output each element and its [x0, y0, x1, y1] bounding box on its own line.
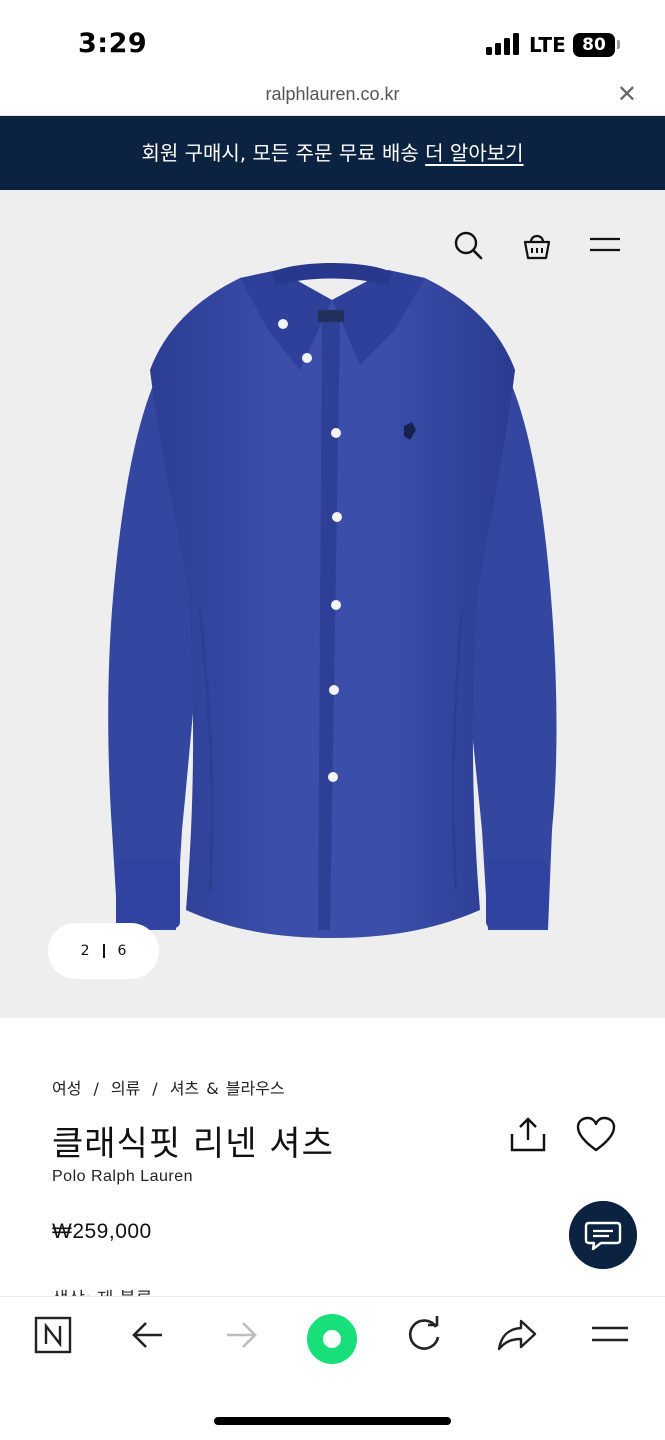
back-arrow-icon[interactable] — [126, 1313, 170, 1357]
shopping-bag-icon[interactable] — [520, 230, 554, 260]
gallery-current: 2 — [80, 943, 90, 959]
breadcrumb: 여성 / 의류 / 셔츠 & 블라우스 — [52, 1079, 285, 1098]
promo-learn-more-link[interactable]: 더 알아보기 — [425, 141, 523, 165]
browser-toolbar — [0, 1296, 665, 1440]
gallery-total: 6 — [117, 943, 127, 959]
battery-tip — [617, 40, 620, 49]
gallery-separator — [102, 944, 105, 958]
signal-icon — [486, 33, 520, 55]
url-text[interactable]: ralphlauren.co.kr — [0, 84, 665, 105]
product-title: 클래식핏 리넨 셔츠 — [52, 1124, 334, 1164]
breadcrumb-women[interactable]: 여성 — [52, 1079, 81, 1098]
close-icon[interactable]: ✕ — [617, 80, 637, 108]
promo-text: 회원 구매시, 모든 주문 무료 배송 — [141, 141, 419, 165]
search-icon[interactable] — [452, 230, 486, 260]
url-bar[interactable]: ralphlauren.co.kr ✕ — [0, 74, 665, 116]
brand-name: Polo Ralph Lauren — [52, 1168, 194, 1185]
promo-banner: 회원 구매시, 모든 주문 무료 배송 더 알아보기 — [0, 116, 665, 190]
share-icon[interactable] — [508, 1116, 548, 1154]
product-image — [108, 263, 557, 938]
home-indicator — [214, 1417, 451, 1425]
breadcrumb-shirts-blouses[interactable]: 셔츠 & 블라우스 — [170, 1079, 285, 1098]
n-logo-icon[interactable] — [32, 1313, 76, 1357]
forward-arrow-icon[interactable] — [219, 1313, 263, 1357]
product-image-gallery[interactable]: 26 — [0, 190, 665, 1018]
status-time: 3:29 — [78, 28, 148, 59]
gallery-page-indicator: 26 — [48, 923, 159, 979]
chat-icon[interactable] — [569, 1201, 637, 1269]
browser-menu-icon[interactable] — [588, 1313, 632, 1357]
refresh-icon[interactable] — [402, 1313, 446, 1357]
battery-icon: 80 — [573, 33, 615, 57]
breadcrumb-clothing[interactable]: 의류 — [111, 1079, 140, 1098]
product-price: ₩259,000 — [52, 1220, 152, 1243]
share-arrow-icon[interactable] — [495, 1313, 539, 1357]
heart-icon[interactable] — [576, 1116, 616, 1154]
menu-icon[interactable] — [588, 230, 622, 260]
product-info: 여성 / 의류 / 셔츠 & 블라우스 클래식핏 리넨 셔츠 Polo Ralph La… — [0, 1018, 665, 1299]
network-type: LTE — [529, 33, 566, 57]
green-dot-icon[interactable] — [306, 1313, 358, 1365]
